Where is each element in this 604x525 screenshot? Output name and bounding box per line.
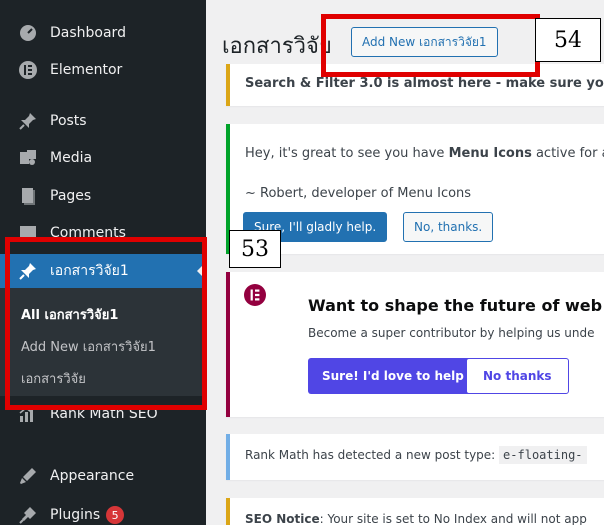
- search-filter-notice: Search & Filter 3.0 is almost here - mak…: [226, 64, 604, 106]
- sidebar-item-rank-math[interactable]: Rank Math SEO: [0, 397, 206, 431]
- sidebar-item-label: Comments: [50, 225, 126, 241]
- sidebar-item-label: Media: [50, 150, 93, 166]
- rank-math-notice: Rank Math has detected a new post type: …: [226, 434, 604, 480]
- notice-text: Search & Filter 3.0 is almost here - mak…: [245, 76, 604, 91]
- elementor-notice-text: Become a super contributor by helping us…: [308, 326, 595, 340]
- rankmath-icon: [17, 403, 39, 425]
- sidebar-item-media[interactable]: Media: [0, 141, 206, 175]
- notice-text: SEO Notice: Your site is set to No Index…: [245, 512, 587, 525]
- pin-icon: [17, 110, 39, 132]
- sidebar-item-label: Pages: [50, 188, 92, 204]
- no-thanks-button[interactable]: No, thanks.: [403, 212, 494, 242]
- sidebar-item-label: เอกสารวิจัย1: [50, 263, 129, 279]
- page-title: เอกสารวิจัย: [222, 34, 332, 59]
- elementor-notice: Want to shape the future of web cre Beco…: [226, 272, 604, 417]
- seo-notice: SEO Notice: Your site is set to No Index…: [226, 498, 604, 525]
- admin-sidebar: Dashboard Elementor Posts Media Pages Co…: [0, 0, 206, 525]
- sidebar-item-research-docs[interactable]: เอกสารวิจัย1: [0, 254, 206, 288]
- sidebar-item-pages[interactable]: Pages: [0, 179, 206, 213]
- sidebar-item-elementor[interactable]: Elementor: [0, 53, 206, 87]
- sidebar-item-label: Rank Math SEO: [50, 406, 158, 422]
- sidebar-item-posts[interactable]: Posts: [0, 104, 206, 138]
- notice-signature: ~ Robert, developer of Menu Icons: [245, 186, 472, 201]
- dashboard-icon: [17, 22, 39, 44]
- sidebar-item-label: Posts: [50, 113, 87, 129]
- research-docs-submenu: All เอกสารวิจัย1 Add New เอกสารวิจัย1 เอ…: [0, 288, 206, 396]
- sidebar-item-appearance[interactable]: Appearance: [0, 459, 206, 493]
- pin-icon: [17, 260, 39, 282]
- update-count-badge: 5: [106, 506, 125, 524]
- love-to-help-button[interactable]: Sure! I'd love to help: [308, 358, 478, 394]
- sidebar-item-label: Plugins: [50, 507, 101, 523]
- plugins-icon: [17, 504, 39, 525]
- sidebar-item-plugins[interactable]: Plugins 5: [0, 498, 206, 525]
- sidebar-item-label: Elementor: [50, 62, 123, 78]
- media-icon: [17, 147, 39, 169]
- sidebar-item-dashboard[interactable]: Dashboard: [0, 16, 206, 50]
- elementor-no-thanks-button[interactable]: No thanks: [466, 358, 569, 394]
- annotation-label-54: 54: [535, 18, 601, 62]
- submenu-item-all[interactable]: All เอกสารวิจัย1: [21, 304, 118, 325]
- elementor-notice-title: Want to shape the future of web cre: [308, 296, 604, 315]
- sidebar-item-comments[interactable]: Comments: [0, 216, 206, 250]
- menu-icons-notice: Hey, it's great to see you have Menu Ico…: [226, 124, 604, 254]
- pages-icon: [17, 185, 39, 207]
- add-new-button[interactable]: Add New เอกสารวิจัย1: [351, 27, 498, 57]
- appearance-icon: [17, 465, 39, 487]
- comments-icon: [17, 222, 39, 244]
- elementor-icon: [244, 284, 266, 306]
- sidebar-item-label: Dashboard: [50, 25, 126, 41]
- submenu-item-research[interactable]: เอกสารวิจัย: [21, 368, 86, 389]
- notice-text: Hey, it's great to see you have Menu Ico…: [245, 146, 604, 161]
- elementor-icon: [17, 59, 39, 81]
- submenu-item-add-new[interactable]: Add New เอกสารวิจัย1: [21, 336, 156, 357]
- notice-text: Rank Math has detected a new post type: …: [245, 446, 587, 464]
- current-menu-arrow: [197, 262, 206, 280]
- sidebar-item-label: Appearance: [50, 468, 135, 484]
- annotation-label-53: 53: [229, 230, 281, 268]
